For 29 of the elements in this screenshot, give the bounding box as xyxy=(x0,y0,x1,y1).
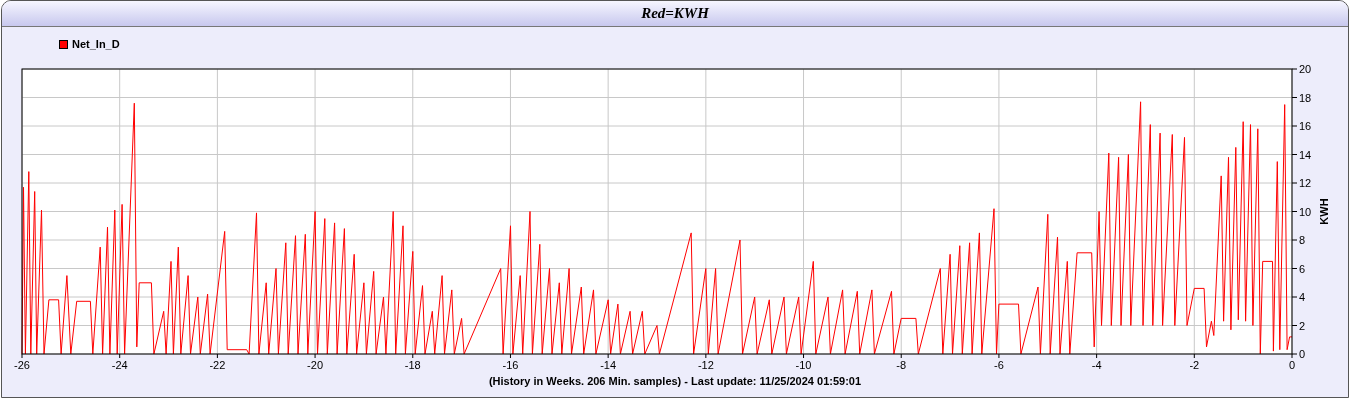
x-tick-label: -10 xyxy=(795,359,812,371)
legend-label: Net_In_D xyxy=(72,36,120,52)
y-tick-label: 4 xyxy=(1299,291,1306,303)
x-tick-label: -4 xyxy=(1091,359,1102,371)
window-title: Red=KWH xyxy=(2,1,1348,27)
y-tick-label: 20 xyxy=(1299,63,1312,75)
x-tick-label: -16 xyxy=(502,359,519,371)
y-tick-label: 2 xyxy=(1299,319,1306,332)
x-tick-label: -20 xyxy=(307,359,324,371)
x-tick-label: -6 xyxy=(994,359,1004,371)
y-tick-label: 8 xyxy=(1299,234,1306,246)
y-tick-label: 0 xyxy=(1299,348,1306,360)
x-tick-label: -22 xyxy=(209,359,226,371)
y-tick-label: 10 xyxy=(1299,205,1312,218)
x-tick-label: -24 xyxy=(111,359,128,371)
x-tick-label: -18 xyxy=(404,359,421,371)
x-tick-label: 0 xyxy=(1288,359,1296,371)
x-tick-label: -8 xyxy=(896,359,907,371)
x-tick-label: -2 xyxy=(1189,359,1200,371)
x-tick-label: -14 xyxy=(600,359,617,371)
y-tick-label: 18 xyxy=(1299,91,1312,104)
y-axis-title: KWH xyxy=(1318,198,1330,225)
y-tick-label: 14 xyxy=(1299,148,1312,161)
x-tick-label: -26 xyxy=(14,359,30,371)
y-tick-label: 16 xyxy=(1299,120,1312,132)
x-axis-title: (History in Weeks. 206 Min. samples) - Last update: 11/25/2024 01:59:01 xyxy=(488,374,862,389)
y-tick-label: 12 xyxy=(1299,177,1312,189)
y-tick-label: 6 xyxy=(1299,262,1306,275)
x-tick-label: -12 xyxy=(697,359,714,371)
